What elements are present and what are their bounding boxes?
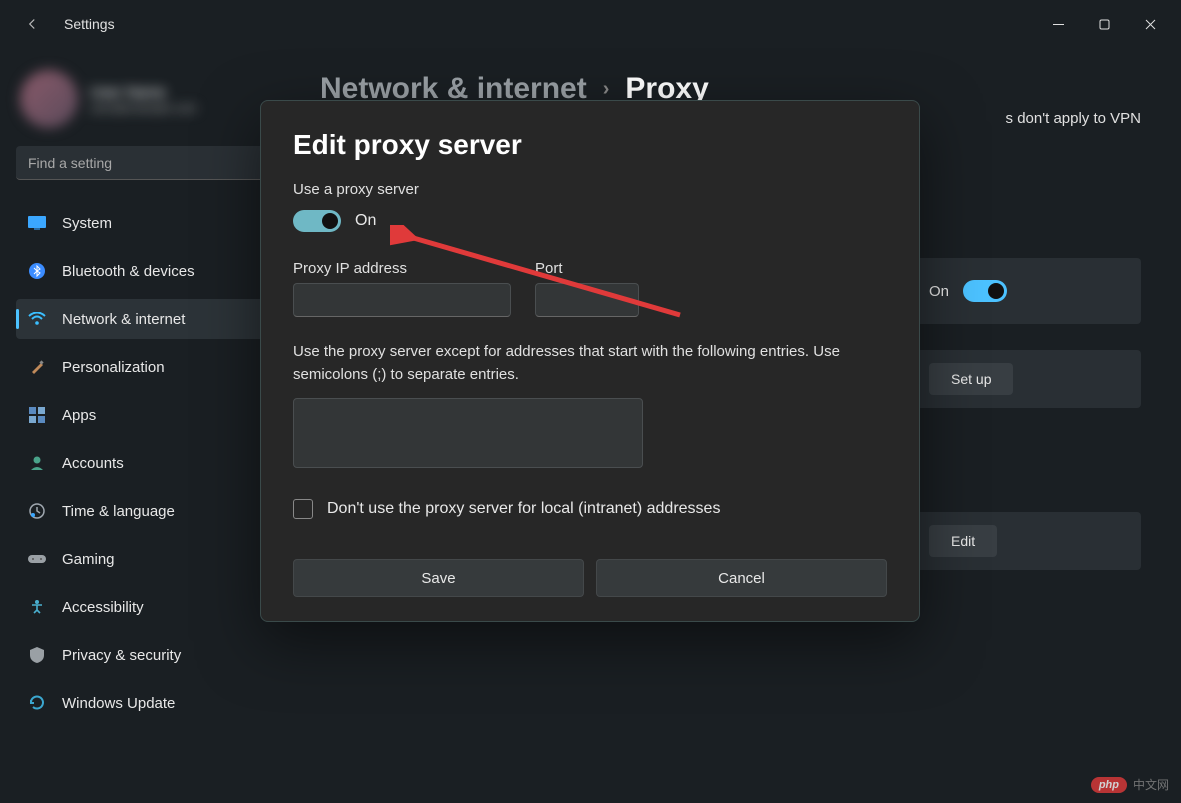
edit-proxy-dialog: Edit proxy server Use a proxy server On …: [260, 100, 920, 622]
watermark-text: 中文网: [1133, 776, 1169, 793]
cancel-button[interactable]: Cancel: [596, 559, 887, 597]
save-button[interactable]: Save: [293, 559, 584, 597]
dialog-buttons: Save Cancel: [293, 559, 887, 597]
watermark-badge: php: [1091, 777, 1127, 793]
watermark: php 中文网: [1091, 776, 1169, 793]
exceptions-input[interactable]: [293, 398, 643, 468]
use-proxy-toggle[interactable]: [293, 210, 341, 232]
proxy-port-input[interactable]: [535, 283, 639, 317]
port-field: Port: [535, 260, 639, 317]
toggle-state-label: On: [355, 212, 376, 230]
address-port-row: Proxy IP address Port: [293, 260, 887, 317]
local-bypass-row: Don't use the proxy server for local (in…: [293, 499, 887, 519]
ip-label: Proxy IP address: [293, 260, 511, 277]
ip-field: Proxy IP address: [293, 260, 511, 317]
dialog-title: Edit proxy server: [293, 129, 887, 161]
exceptions-help-text: Use the proxy server except for addresse…: [293, 341, 887, 386]
port-label: Port: [535, 260, 639, 277]
proxy-ip-input[interactable]: [293, 283, 511, 317]
use-proxy-label: Use a proxy server: [293, 181, 887, 198]
dialog-overlay: Edit proxy server Use a proxy server On …: [0, 0, 1181, 803]
local-bypass-label: Don't use the proxy server for local (in…: [327, 500, 720, 518]
local-bypass-checkbox[interactable]: [293, 499, 313, 519]
use-proxy-toggle-row: On: [293, 210, 887, 232]
